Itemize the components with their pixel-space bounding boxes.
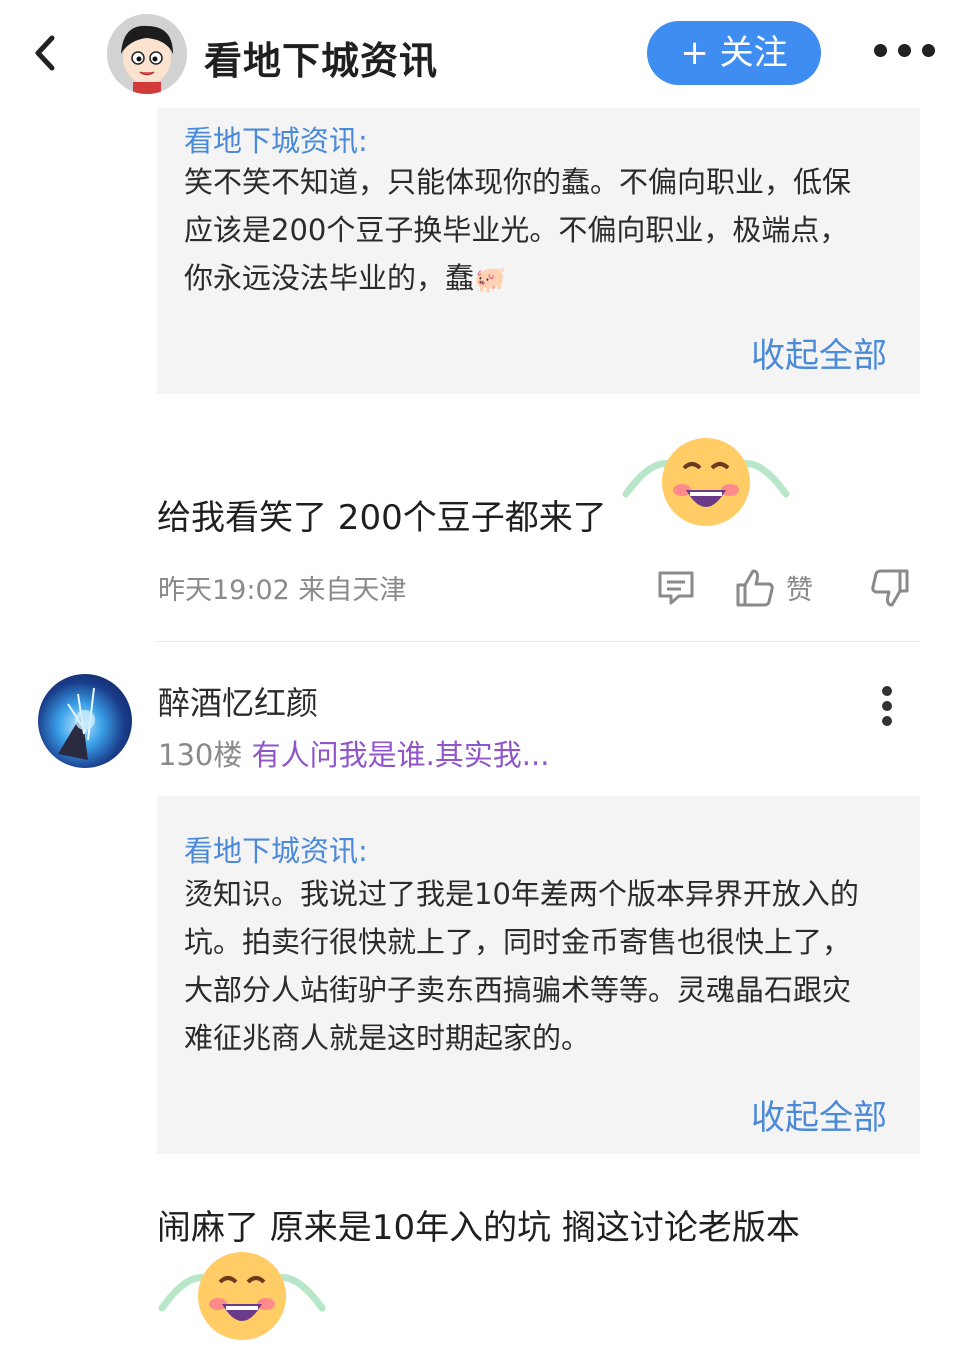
quote-line: 大部分人站街驴子卖东西搞骗术等等。灵魂晶石跟灾	[184, 973, 852, 1007]
like-label[interactable]: 赞	[786, 568, 813, 607]
quoted-reply-box: 看地下城资讯: 笑不笑不知道，只能体现你的蠢。不偏向职业，低保 应该是200个豆…	[157, 108, 920, 394]
quote-line: 烫知识。我说过了我是10年差两个版本异界开放入的	[184, 877, 859, 911]
floor-number: 130楼	[158, 738, 243, 772]
post-time-location: 昨天19:02 来自天津	[158, 575, 407, 606]
quoted-reply-box: 看地下城资讯: 烫知识。我说过了我是10年差两个版本异界开放入的 坑。拍卖行很快…	[157, 796, 920, 1154]
quote-line: 你永远没法毕业的，蠢🐖	[184, 254, 904, 304]
back-icon[interactable]	[28, 30, 64, 76]
more-horizontal-icon[interactable]	[872, 44, 936, 60]
dislike-icon[interactable]	[870, 568, 910, 612]
pig-emoji: 🐖	[474, 265, 507, 295]
quote-line-text: 你永远没法毕业的，蠢	[184, 261, 475, 295]
quote-line: 坑。拍卖行很快就上了，同时金币寄售也很快上了，	[184, 925, 852, 959]
floor-info: 130楼 有人问我是谁.其实我...	[158, 732, 549, 774]
comment-text: 闹麻了 原来是10年入的坑 搁这讨论老版本	[157, 1208, 800, 1248]
comment-icon[interactable]	[657, 570, 695, 610]
page-title: 看地下城资讯	[204, 39, 439, 83]
quote-line: 笑不笑不知道，只能体现你的蠢。不偏向职业，低保	[184, 165, 852, 199]
laugh-cry-emoji	[152, 1246, 332, 1346]
quote-author[interactable]: 看地下城资讯:	[184, 828, 368, 870]
comment-text: 给我看笑了 200个豆子都来了	[157, 498, 607, 538]
collapse-all-link[interactable]: 收起全部	[751, 328, 887, 377]
collapse-all-link[interactable]: 收起全部	[751, 1090, 887, 1139]
quote-text: 烫知识。我说过了我是10年差两个版本异界开放入的 坑。拍卖行很快就上了，同时金币…	[184, 870, 904, 1062]
divider	[157, 641, 920, 642]
quote-line: 难征兆商人就是这时期起家的。	[184, 1021, 591, 1055]
user-signature: 有人问我是谁.其实我...	[251, 738, 550, 772]
quote-author[interactable]: 看地下城资讯:	[184, 118, 368, 160]
quote-line: 应该是200个豆子换毕业光。不偏向职业，极端点，	[184, 213, 849, 247]
more-vertical-icon[interactable]	[880, 686, 896, 726]
top-bar: 看地下城资讯 + 关注	[0, 0, 960, 108]
quote-text: 笑不笑不知道，只能体现你的蠢。不偏向职业，低保 应该是200个豆子换毕业光。不偏…	[184, 158, 904, 304]
user-avatar[interactable]	[38, 674, 132, 768]
like-icon[interactable]	[735, 568, 775, 612]
forum-avatar[interactable]	[107, 14, 187, 94]
laugh-cry-emoji	[616, 432, 796, 532]
username[interactable]: 醉酒忆红颜	[158, 678, 318, 724]
follow-button[interactable]: + 关注	[647, 21, 821, 85]
